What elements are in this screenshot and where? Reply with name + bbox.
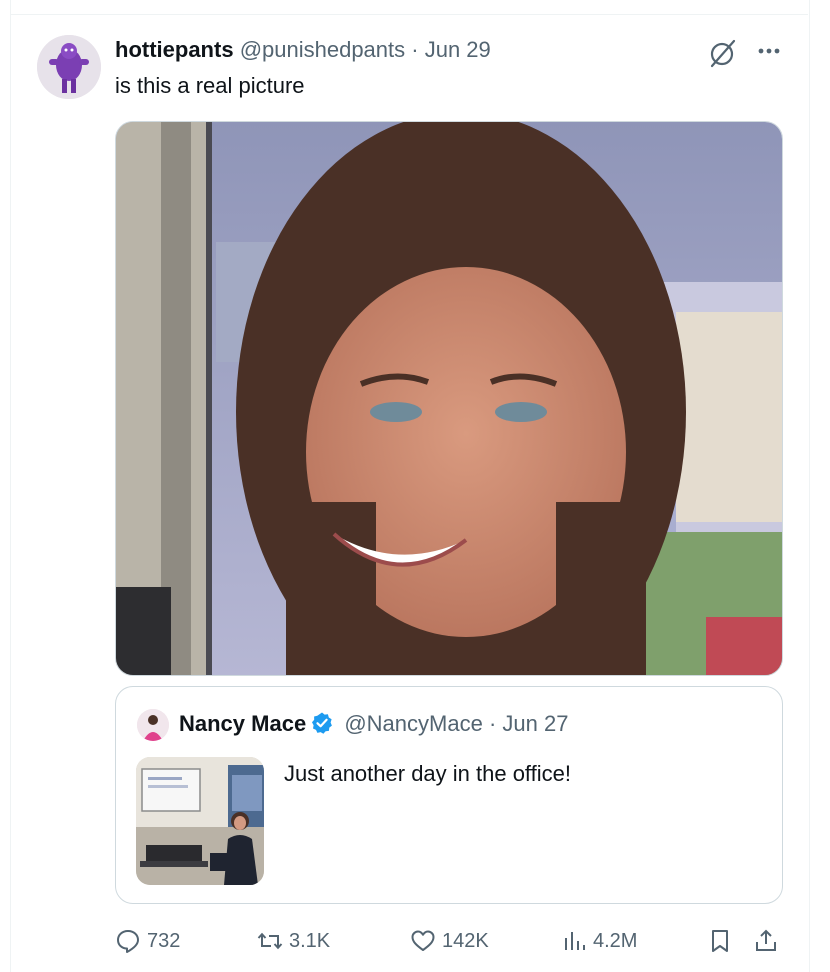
tweet-text: is this a real picture — [115, 73, 305, 98]
reply-button[interactable]: 732 — [115, 922, 180, 960]
divider — [10, 14, 808, 15]
like-icon — [411, 930, 435, 951]
quoted-author-handle[interactable]: @NancyMace — [344, 711, 483, 736]
like-count: 142K — [442, 929, 489, 952]
quoted-meta-separator: · — [488, 711, 497, 736]
more-icon[interactable] — [752, 36, 786, 66]
repost-count: 3.1K — [289, 929, 331, 952]
author-avatar[interactable] — [37, 35, 101, 99]
bookmark-icon — [712, 930, 728, 952]
repost-button[interactable]: 3.1K — [257, 922, 330, 960]
share-button[interactable] — [753, 922, 785, 960]
quoted-header: Nancy Mace @NancyMace · Jun 27 — [179, 709, 568, 739]
repost-icon — [257, 932, 283, 950]
views-button[interactable]: 4.2M — [561, 922, 637, 960]
share-icon — [756, 929, 776, 951]
tweet-image[interactable] — [115, 121, 783, 676]
tweet-actions-bar: 732 3.1K 142K 4.2M — [115, 922, 785, 960]
quoted-text: Just another day in the office! — [284, 761, 571, 786]
like-button[interactable]: 142K — [410, 922, 489, 960]
verified-icon — [310, 711, 334, 735]
quoted-image-thumbnail[interactable] — [136, 757, 264, 885]
tweet-date[interactable]: Jun 29 — [425, 37, 491, 62]
meta-separator: · — [411, 37, 419, 62]
author-name[interactable]: hottiepants — [115, 37, 234, 62]
tweet-header: hottiepants @punishedpants · Jun 29 — [115, 36, 491, 64]
views-count: 4.2M — [593, 929, 638, 952]
quoted-author-name[interactable]: Nancy Mace — [179, 711, 306, 736]
quoted-tweet[interactable]: Nancy Mace @NancyMace · Jun 27 Just anot… — [115, 686, 783, 904]
views-icon — [565, 932, 585, 950]
quoted-date[interactable]: Jun 27 — [502, 711, 568, 736]
grok-icon[interactable] — [705, 36, 739, 70]
reply-icon — [117, 930, 139, 953]
author-handle[interactable]: @punishedpants — [240, 37, 405, 62]
quoted-author-avatar[interactable] — [137, 709, 169, 741]
reply-count: 732 — [147, 929, 181, 952]
bookmark-button[interactable] — [707, 922, 739, 960]
